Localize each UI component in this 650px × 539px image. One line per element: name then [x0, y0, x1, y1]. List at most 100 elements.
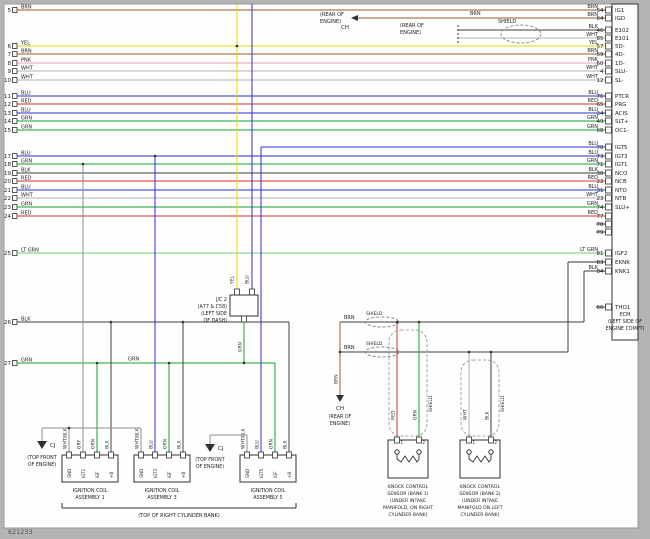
coil-pin	[273, 452, 278, 458]
ecm-pin-box	[606, 7, 612, 13]
ecm-pin-box	[606, 178, 612, 184]
wire-color-label: WHT	[586, 74, 599, 80]
ecm-pin-signal: E102	[615, 28, 629, 34]
ecm-pin-signal: ACIS	[615, 111, 628, 117]
wire-color-label: PNK	[588, 57, 599, 63]
ecm-pin-box	[606, 195, 612, 201]
left-wire-number: 26	[4, 320, 11, 326]
wire-color-label: WHT	[21, 193, 34, 199]
ecm-pin-signal: IGF2	[615, 251, 628, 257]
wire-color-label: LT GRN	[21, 248, 39, 254]
ecm-pin-number: 4	[600, 69, 604, 75]
ground-caption: (TOP FRONT	[27, 455, 56, 461]
coil-pin-label: GND	[67, 469, 72, 478]
jc2-label: (A77 & C58)	[198, 304, 228, 310]
left-wire-number: 9	[8, 69, 12, 75]
wire-color-label: RED	[21, 99, 32, 105]
shield-label: SHIELD	[366, 311, 383, 317]
ecm-pin-signal: NTB	[615, 196, 626, 202]
wire-color-label: BRN	[344, 345, 355, 351]
left-wire-number: 25	[4, 251, 11, 257]
left-wire-tick	[13, 320, 18, 325]
wire-color-label: RED	[588, 98, 599, 104]
ecm-pin-box	[606, 77, 612, 83]
wire-color-label: WHT	[586, 32, 599, 38]
left-wire-tick	[13, 162, 18, 167]
ecm-pin-signal: OC1-	[615, 128, 629, 134]
ecm-pin-signal: IGT5	[615, 145, 628, 151]
coil-caption: ASSEMBLY 3	[147, 495, 176, 501]
rear-of-engine-label: ENGINE)	[400, 30, 421, 36]
left-wire-tick	[13, 119, 18, 124]
knock-sensor-caption: CYLINDER BANK)	[389, 512, 428, 518]
ecm-pin-signal: EKNK	[615, 260, 630, 266]
left-wire-number: 24	[4, 214, 11, 220]
ecm-pin-box	[606, 51, 612, 57]
left-wire-tick	[13, 61, 18, 66]
junction-dot	[82, 163, 85, 166]
shield-label: SHIELD	[428, 395, 434, 412]
wire-color-label: BLK	[283, 439, 289, 449]
left-wire-tick	[13, 361, 18, 366]
knock-sensor-caption: SENSOR (BANK 2)	[459, 491, 500, 497]
wire-color-label: BRN	[470, 11, 481, 17]
left-wire-tick	[13, 8, 18, 13]
wire-color-label: GRN	[21, 358, 32, 364]
left-wire-tick	[13, 52, 18, 57]
ecm-label: ENGINE COMPT)	[606, 326, 645, 332]
coil-pin	[139, 452, 144, 458]
wire-color-label: GRY	[77, 440, 83, 449]
left-wire-tick	[13, 188, 18, 193]
wire-color-label: GRN	[238, 342, 244, 352]
coil-pin-label: IGT1	[81, 468, 86, 478]
ground-code: CJ	[50, 443, 56, 449]
ch-connector-label: CH	[336, 406, 344, 412]
wire-color-label: BLK	[589, 265, 599, 271]
left-wire-tick	[13, 214, 18, 219]
sensor-pin	[417, 437, 422, 443]
wire-color-label: BRN	[334, 374, 340, 384]
coil-pin	[81, 452, 86, 458]
ecm-pin-signal: E101	[615, 36, 629, 42]
ecm-pin-box	[606, 204, 612, 210]
wire-color-label: GRN	[21, 202, 32, 208]
jc2-label: J/C 2	[215, 297, 227, 303]
ecm-pin-number: 78	[597, 222, 604, 228]
ecm-pin-box	[606, 268, 612, 274]
wire-color-label: BLK	[485, 410, 491, 420]
left-wire-number: 20	[4, 179, 11, 185]
coil-pin	[167, 452, 172, 458]
knock-sensor-caption: KNOCK CONTROL	[388, 484, 429, 490]
knock-sensor-caption: MANIFOLD, ON RIGHT	[383, 505, 433, 511]
wire-color-label: BLU	[21, 108, 31, 114]
left-wire-number: 19	[4, 171, 11, 177]
ecm-pin-signal: SLT+	[615, 119, 629, 125]
wire-color-label: GRN	[587, 158, 598, 164]
coil-pin-label: GND	[245, 469, 250, 478]
wire-color-label: BLK	[589, 24, 599, 30]
jc2-pin	[242, 316, 247, 322]
wire-color-label: YEL	[588, 40, 598, 46]
ecm-pin-signal: NCB	[615, 179, 627, 185]
wire-color-label: BRN	[587, 48, 598, 54]
junction-dot	[68, 427, 71, 430]
ecm-pin-box	[606, 118, 612, 124]
wire-color-label: GRN	[21, 116, 32, 122]
wire-color-label: BLK	[177, 439, 183, 449]
ecm-pin-box	[606, 153, 612, 159]
left-wire-tick	[13, 205, 18, 210]
coil-caption: ASSEMBLY 5	[253, 495, 282, 501]
left-wire-number: 27	[4, 361, 11, 367]
knock-sensor-caption: (UNDER INTAKE	[390, 498, 426, 504]
left-wire-tick	[13, 78, 18, 83]
left-wire-number: 14	[4, 119, 11, 125]
left-wire-number: 11	[4, 94, 11, 100]
left-wire-number: 22	[4, 196, 11, 202]
wire-color-label: GRN	[21, 125, 32, 131]
wire-color-label: BLK	[589, 167, 599, 173]
wire-color-label: WHT/BLK	[135, 427, 141, 449]
wire-color-label: BLU	[245, 275, 251, 284]
left-wire-number: 15	[4, 128, 11, 134]
ecm-pin-signal: THO1	[614, 305, 630, 311]
coil-caption: ASSEMBLY 1	[75, 495, 104, 501]
